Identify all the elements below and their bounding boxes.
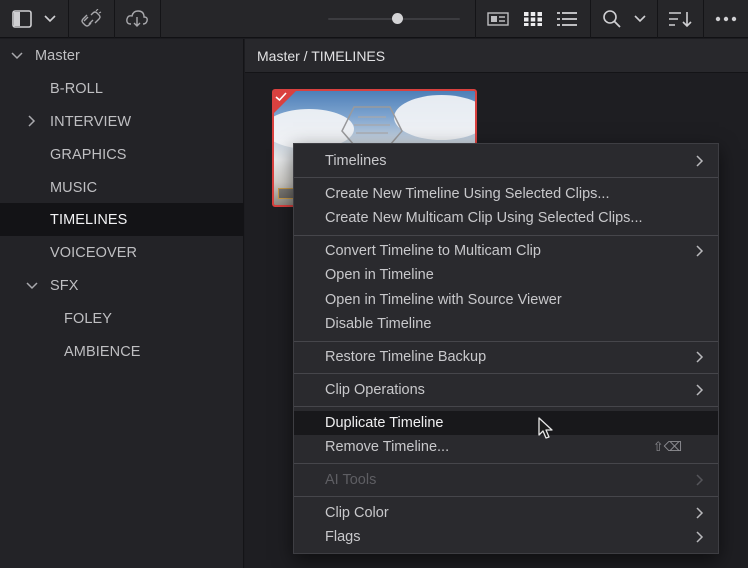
menu-item-restore-backup[interactable]: Restore Timeline Backup xyxy=(294,345,718,369)
menu-item-label: Timelines xyxy=(325,153,387,169)
bin-sfx[interactable]: SFX xyxy=(0,269,244,302)
toolbar-divider xyxy=(657,0,658,38)
menu-item-convert-to-multicam[interactable]: Convert Timeline to Multicam Clip xyxy=(294,239,718,263)
menu-item-label: Disable Timeline xyxy=(325,316,432,332)
menu-item-label: Open in Timeline with Source Viewer xyxy=(325,292,562,308)
bin-voiceover[interactable]: VOICEOVER xyxy=(0,236,244,269)
sidebar-toggle-icon[interactable] xyxy=(8,0,36,38)
more-icon[interactable] xyxy=(710,0,742,38)
chevron-right-icon xyxy=(696,351,704,363)
bin-label: MUSIC xyxy=(50,179,98,196)
menu-item-duplicate-timeline[interactable]: Duplicate Timeline xyxy=(294,411,718,435)
sort-icon[interactable] xyxy=(664,0,696,38)
menu-item-label: Create New Multicam Clip Using Selected … xyxy=(325,210,643,226)
bin-label: TIMELINES xyxy=(50,211,128,228)
chevron-right-icon xyxy=(696,507,704,519)
menu-item-flags[interactable]: Flags xyxy=(294,525,718,549)
toolbar-divider xyxy=(590,0,591,38)
menu-item-open-in-timeline[interactable]: Open in Timeline xyxy=(294,263,718,287)
thumbnail-view-icon[interactable] xyxy=(520,0,546,38)
bin-label: FOLEY xyxy=(64,310,113,327)
menu-separator xyxy=(294,235,718,236)
menu-item-clip-color[interactable]: Clip Color xyxy=(294,501,718,525)
menu-separator xyxy=(294,341,718,342)
menu-item-clip-operations[interactable]: Clip Operations xyxy=(294,378,718,402)
chevron-down-icon[interactable] xyxy=(40,0,60,38)
toolbar-divider xyxy=(114,0,115,38)
chevron-down-icon[interactable] xyxy=(10,49,24,63)
check-icon xyxy=(275,92,287,102)
menu-item-timelines[interactable]: Timelines xyxy=(294,149,718,173)
menu-item-label: Flags xyxy=(325,529,361,545)
menu-item-label: Open in Timeline xyxy=(325,267,434,283)
search-icon[interactable] xyxy=(598,0,626,38)
menu-item-label: Clip Color xyxy=(325,505,389,521)
menu-item-open-with-source-viewer[interactable]: Open in Timeline with Source Viewer xyxy=(294,288,718,312)
bin-label: GRAPHICS xyxy=(50,146,127,163)
bin-label: INTERVIEW xyxy=(50,113,132,130)
menu-item-create-new-timeline[interactable]: Create New Timeline Using Selected Clips… xyxy=(294,182,718,206)
bin-sidebar: Master B-ROLL INTERVIEW GRAPHICS MUSIC T… xyxy=(0,39,244,568)
bin-b-roll[interactable]: B-ROLL xyxy=(0,72,244,105)
chevron-right-icon xyxy=(696,245,704,257)
toolbar-divider xyxy=(68,0,69,38)
bin-graphics[interactable]: GRAPHICS xyxy=(0,138,244,171)
menu-item-ai-tools[interactable]: AI Tools xyxy=(294,468,718,492)
menu-item-create-new-multicam[interactable]: Create New Multicam Clip Using Selected … xyxy=(294,206,718,230)
mouse-cursor-icon xyxy=(538,417,553,439)
toolbar-divider xyxy=(703,0,704,38)
chevron-down-icon[interactable] xyxy=(630,0,650,38)
menu-item-label: Restore Timeline Backup xyxy=(325,349,487,365)
bin-label: Master xyxy=(35,47,80,64)
bin-label: VOICEOVER xyxy=(50,244,138,261)
context-menu: Timelines Create New Timeline Using Sele… xyxy=(293,143,719,554)
chevron-down-icon[interactable] xyxy=(25,279,39,293)
list-view-icon[interactable] xyxy=(554,0,580,38)
toolbar-divider xyxy=(160,0,161,38)
menu-item-label: AI Tools xyxy=(325,472,377,488)
zoom-slider-handle[interactable] xyxy=(392,13,404,24)
bin-label: B-ROLL xyxy=(50,80,103,97)
menu-item-remove-timeline[interactable]: Remove Timeline... ⇧⌫ xyxy=(294,435,718,459)
chevron-right-icon xyxy=(696,474,704,486)
bin-ambience[interactable]: AMBIENCE xyxy=(0,335,244,368)
breadcrumb: Master / TIMELINES xyxy=(245,39,748,73)
bin-label: SFX xyxy=(50,277,79,294)
bin-foley[interactable]: FOLEY xyxy=(0,302,244,335)
menu-item-label: Create New Timeline Using Selected Clips… xyxy=(325,186,610,202)
menu-item-label: Duplicate Timeline xyxy=(325,415,444,431)
menu-item-label: Remove Timeline... xyxy=(325,439,450,455)
thumbnail-image xyxy=(341,106,403,146)
menu-separator xyxy=(294,177,718,178)
bin-timelines[interactable]: TIMELINES xyxy=(0,203,244,236)
menu-item-disable-timeline[interactable]: Disable Timeline xyxy=(294,312,718,336)
shortcut-label: ⇧⌫ xyxy=(652,439,682,454)
bin-master[interactable]: Master xyxy=(0,39,244,72)
chevron-right-icon xyxy=(696,155,704,167)
cloud-sync-icon[interactable] xyxy=(122,0,152,38)
menu-separator xyxy=(294,406,718,407)
chevron-right-icon[interactable] xyxy=(25,114,39,128)
metadata-view-icon[interactable] xyxy=(484,0,512,38)
menu-separator xyxy=(294,496,718,497)
timeline-badge-icon xyxy=(278,188,294,199)
toolbar-divider xyxy=(475,0,476,38)
menu-item-label: Clip Operations xyxy=(325,382,425,398)
menu-separator xyxy=(294,463,718,464)
bin-interview[interactable]: INTERVIEW xyxy=(0,105,244,138)
menu-item-label: Convert Timeline to Multicam Clip xyxy=(325,243,541,259)
bin-label: AMBIENCE xyxy=(64,343,141,360)
chevron-right-icon xyxy=(696,384,704,396)
menu-separator xyxy=(294,373,718,374)
bin-music[interactable]: MUSIC xyxy=(0,171,244,204)
toolbar xyxy=(0,0,748,38)
unlink-icon[interactable] xyxy=(76,0,106,38)
chevron-right-icon xyxy=(696,531,704,543)
